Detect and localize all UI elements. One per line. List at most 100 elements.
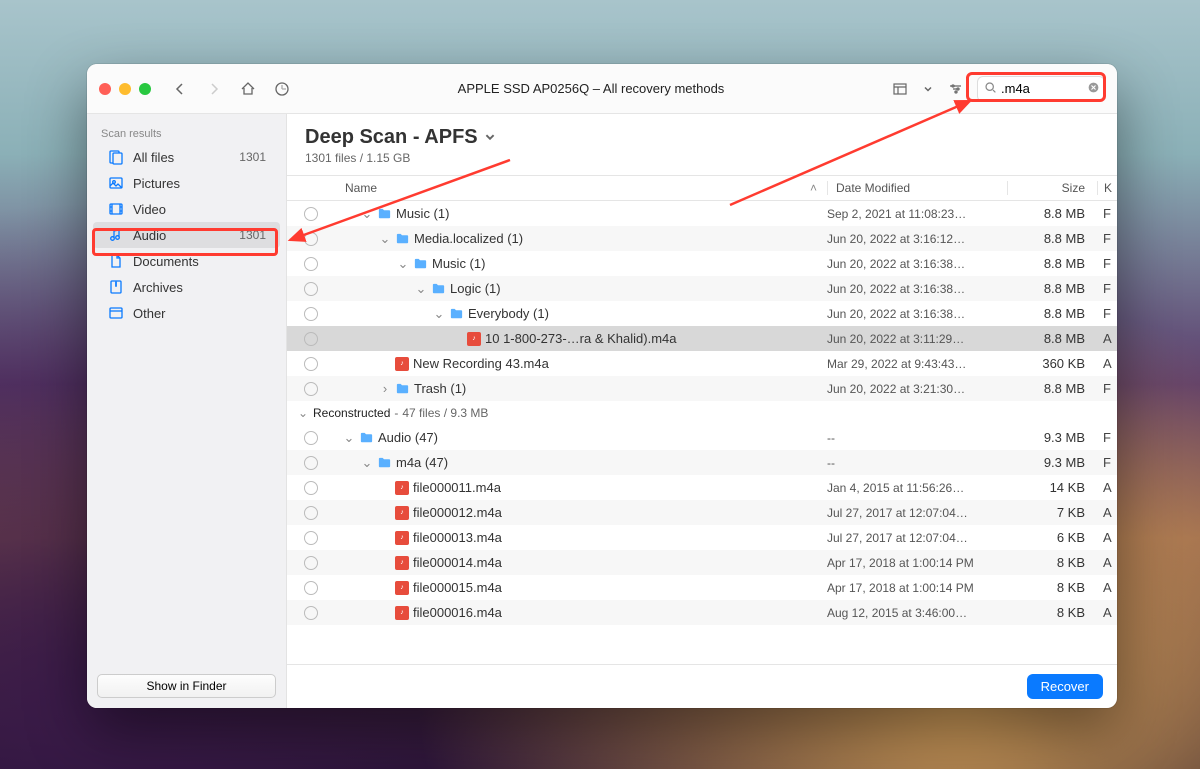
group-reconstructed[interactable]: ⌄ Reconstructed - 47 files / 9.3 MB — [287, 401, 1117, 425]
folder-icon — [377, 206, 392, 221]
column-kind[interactable]: K — [1097, 181, 1117, 195]
row-checkbox[interactable] — [297, 581, 325, 595]
file-row[interactable]: ♪ New Recording 43.m4aMar 29, 2022 at 9:… — [287, 351, 1117, 376]
search-input[interactable] — [1001, 81, 1098, 96]
file-name: Media.localized (1) — [414, 231, 523, 246]
file-kind: A — [1097, 605, 1117, 620]
sidebar-item-label: Archives — [133, 280, 258, 295]
row-checkbox[interactable] — [297, 232, 325, 246]
file-size: 8 KB — [1007, 605, 1097, 620]
sidebar-item-archives[interactable]: Archives — [93, 274, 280, 300]
file-date: Jun 20, 2022 at 3:16:38… — [827, 307, 1007, 321]
close-button[interactable] — [99, 83, 111, 95]
file-date: Jun 20, 2022 at 3:16:38… — [827, 257, 1007, 271]
group-name: Reconstructed — [313, 406, 390, 420]
file-row[interactable]: ♪ file000013.m4aJul 27, 2017 at 12:07:04… — [287, 525, 1117, 550]
disclosure-open-icon[interactable]: ⌄ — [397, 256, 409, 272]
sidebar-item-documents[interactable]: Documents — [93, 248, 280, 274]
file-kind: F — [1097, 231, 1117, 246]
video-icon — [107, 201, 125, 217]
file-size: 9.3 MB — [1007, 455, 1097, 470]
folder-icon — [395, 381, 410, 396]
row-checkbox[interactable] — [297, 431, 325, 445]
minimize-button[interactable] — [119, 83, 131, 95]
disclosure-open-icon[interactable]: ⌄ — [343, 430, 355, 446]
disclosure-open-icon[interactable]: ⌄ — [415, 281, 427, 297]
column-name[interactable]: Name ˄ — [325, 181, 827, 195]
recover-button[interactable]: Recover — [1027, 674, 1103, 699]
sidebar-item-label: Documents — [133, 254, 258, 269]
file-row[interactable]: ♪ file000015.m4aApr 17, 2018 at 1:00:14 … — [287, 575, 1117, 600]
disclosure-open-icon[interactable]: ⌄ — [361, 455, 373, 471]
row-checkbox[interactable] — [297, 556, 325, 570]
row-checkbox[interactable] — [297, 357, 325, 371]
file-row[interactable]: ⌄ Everybody (1)Jun 20, 2022 at 3:16:38…8… — [287, 301, 1117, 326]
row-checkbox[interactable] — [297, 382, 325, 396]
sidebar-item-video[interactable]: Video — [93, 196, 280, 222]
file-kind: A — [1097, 580, 1117, 595]
scan-progress-icon[interactable] — [269, 76, 295, 102]
nav-back-button[interactable] — [167, 76, 193, 102]
clear-search-icon[interactable] — [1087, 81, 1100, 97]
row-checkbox[interactable] — [297, 606, 325, 620]
nav-forward-button[interactable] — [201, 76, 227, 102]
file-row[interactable]: ⌄ m4a (47)--9.3 MBF — [287, 450, 1117, 475]
m4a-file-icon: ♪ — [395, 556, 409, 570]
file-row[interactable]: ♪ file000016.m4aAug 12, 2015 at 3:46:00…… — [287, 600, 1117, 625]
sidebar-item-all-files[interactable]: All files1301 — [93, 144, 280, 170]
file-size: 8.8 MB — [1007, 231, 1097, 246]
file-row[interactable]: ⌄ Audio (47)--9.3 MBF — [287, 425, 1117, 450]
file-size: 8.8 MB — [1007, 206, 1097, 221]
file-row[interactable]: ⌄ Music (1)Jun 20, 2022 at 3:16:38…8.8 M… — [287, 251, 1117, 276]
file-row[interactable]: ⌄ Music (1)Sep 2, 2021 at 11:08:23…8.8 M… — [287, 201, 1117, 226]
row-checkbox[interactable] — [297, 332, 325, 346]
view-mode-chevron-icon[interactable] — [921, 76, 935, 102]
sidebar-item-audio[interactable]: Audio1301 — [93, 222, 280, 248]
row-checkbox[interactable] — [297, 207, 325, 221]
main-title-row[interactable]: Deep Scan - APFS — [305, 126, 1099, 149]
disclosure-closed-icon[interactable]: › — [379, 381, 391, 396]
file-row[interactable]: ♪ 10 1-800-273-…ra & Khalid).m4aJun 20, … — [287, 326, 1117, 351]
file-row[interactable]: ♪ file000014.m4aApr 17, 2018 at 1:00:14 … — [287, 550, 1117, 575]
file-name: file000012.m4a — [413, 505, 502, 520]
view-mode-button[interactable] — [887, 76, 913, 102]
file-row[interactable]: ♪ file000011.m4aJan 4, 2015 at 11:56:26…… — [287, 475, 1117, 500]
disclosure-open-icon[interactable]: ⌄ — [297, 406, 309, 420]
row-checkbox[interactable] — [297, 456, 325, 470]
file-kind: A — [1097, 530, 1117, 545]
search-box[interactable] — [977, 76, 1105, 102]
file-size: 8 KB — [1007, 580, 1097, 595]
file-kind: A — [1097, 331, 1117, 346]
disclosure-open-icon[interactable]: ⌄ — [361, 206, 373, 222]
file-row[interactable]: ⌄ Media.localized (1)Jun 20, 2022 at 3:1… — [287, 226, 1117, 251]
disclosure-open-icon[interactable]: ⌄ — [433, 306, 445, 322]
folder-icon — [449, 306, 464, 321]
filter-button[interactable] — [943, 76, 969, 102]
file-size: 8.8 MB — [1007, 256, 1097, 271]
disclosure-open-icon[interactable]: ⌄ — [379, 231, 391, 247]
row-checkbox[interactable] — [297, 282, 325, 296]
show-in-finder-button[interactable]: Show in Finder — [97, 674, 276, 698]
file-date: Jul 27, 2017 at 12:07:04… — [827, 531, 1007, 545]
home-button[interactable] — [235, 76, 261, 102]
maximize-button[interactable] — [139, 83, 151, 95]
file-row[interactable]: ⌄ Logic (1)Jun 20, 2022 at 3:16:38…8.8 M… — [287, 276, 1117, 301]
file-name: 10 1-800-273-…ra & Khalid).m4a — [485, 331, 677, 346]
file-date: Apr 17, 2018 at 1:00:14 PM — [827, 581, 1007, 595]
row-checkbox[interactable] — [297, 257, 325, 271]
file-row[interactable]: ♪ file000012.m4aJul 27, 2017 at 12:07:04… — [287, 500, 1117, 525]
row-checkbox[interactable] — [297, 481, 325, 495]
toolbar: APPLE SSD AP0256Q – All recovery methods — [87, 64, 1117, 114]
file-row[interactable]: › Trash (1)Jun 20, 2022 at 3:21:30…8.8 M… — [287, 376, 1117, 401]
column-date[interactable]: Date Modified — [827, 181, 1007, 195]
row-checkbox[interactable] — [297, 531, 325, 545]
documents-icon — [107, 253, 125, 269]
sidebar-item-pictures[interactable]: Pictures — [93, 170, 280, 196]
file-list[interactable]: ⌄ Music (1)Sep 2, 2021 at 11:08:23…8.8 M… — [287, 201, 1117, 664]
sidebar-item-other[interactable]: Other — [93, 300, 280, 326]
file-size: 14 KB — [1007, 480, 1097, 495]
row-checkbox[interactable] — [297, 307, 325, 321]
sidebar-item-label: Other — [133, 306, 258, 321]
column-size[interactable]: Size — [1007, 181, 1097, 195]
row-checkbox[interactable] — [297, 506, 325, 520]
